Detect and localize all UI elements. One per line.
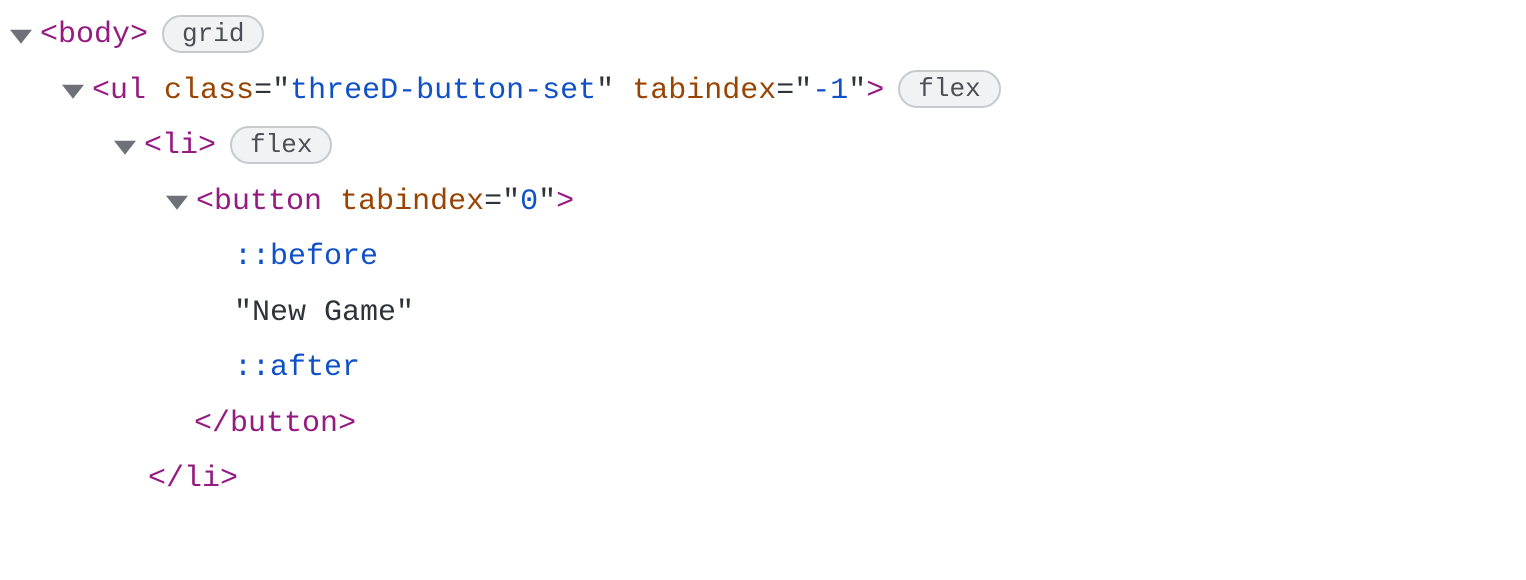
angle-close: >: [338, 397, 356, 453]
tree-row-li-close[interactable]: </li>: [2, 452, 1526, 508]
tree-row-pseudo-before[interactable]: ::before: [2, 230, 1526, 286]
equals: =: [254, 64, 272, 120]
pseudo-element: ::before: [234, 230, 378, 286]
tree-row-pseudo-after[interactable]: ::after: [2, 341, 1526, 397]
layout-badge-grid[interactable]: grid: [162, 15, 264, 53]
layout-badge-flex[interactable]: flex: [230, 126, 332, 164]
equals: =: [484, 175, 502, 231]
dom-tree: <body> grid <ul class="threeD-button-set…: [0, 0, 1526, 508]
angle-open: <: [196, 175, 214, 231]
tag-name: button: [230, 397, 338, 453]
spacer: [196, 294, 234, 332]
tree-row-button[interactable]: <button tabindex="0">: [2, 175, 1526, 231]
tag-name: li: [162, 119, 198, 175]
tag-name: body: [58, 8, 130, 64]
tree-row-text-node[interactable]: "New Game": [2, 286, 1526, 342]
angle-close: >: [130, 8, 148, 64]
tag-name: button: [214, 175, 322, 231]
layout-badge-flex[interactable]: flex: [898, 70, 1000, 108]
angle-open: <: [92, 64, 110, 120]
attr-value: -1: [812, 64, 848, 120]
angle-open: <: [148, 452, 166, 508]
pseudo-element: ::after: [234, 341, 360, 397]
tag-name: ul: [110, 64, 146, 120]
quote: ": [596, 64, 614, 120]
attr-name: tabindex: [340, 175, 484, 231]
attr-name: tabindex: [632, 64, 776, 120]
attr-value: 0: [520, 175, 538, 231]
spacer: [196, 239, 234, 277]
angle-open: <: [40, 8, 58, 64]
tree-row-button-close[interactable]: </button>: [2, 397, 1526, 453]
tree-row-body[interactable]: <body> grid: [2, 8, 1526, 64]
expand-toggle-icon[interactable]: [2, 17, 40, 55]
expand-toggle-icon[interactable]: [54, 72, 92, 110]
angle-open: <: [194, 397, 212, 453]
angle-close: >: [198, 119, 216, 175]
angle-close: >: [556, 175, 574, 231]
attr-value: threeD-button-set: [290, 64, 596, 120]
angle-open: <: [144, 119, 162, 175]
attr-name: class: [164, 64, 254, 120]
angle-close: >: [220, 452, 238, 508]
quote: ": [794, 64, 812, 120]
quote: ": [848, 64, 866, 120]
spacer: [196, 350, 234, 388]
text-node: "New Game": [234, 286, 414, 342]
tree-row-ul[interactable]: <ul class="threeD-button-set" tabindex="…: [2, 64, 1526, 120]
expand-toggle-icon[interactable]: [106, 128, 144, 166]
quote: ": [538, 175, 556, 231]
tree-row-li[interactable]: <li> flex: [2, 119, 1526, 175]
quote: ": [502, 175, 520, 231]
equals: =: [776, 64, 794, 120]
quote: ": [272, 64, 290, 120]
expand-toggle-icon[interactable]: [158, 183, 196, 221]
slash: /: [212, 397, 230, 453]
tag-name: li: [184, 452, 220, 508]
slash: /: [166, 452, 184, 508]
angle-close: >: [866, 64, 884, 120]
